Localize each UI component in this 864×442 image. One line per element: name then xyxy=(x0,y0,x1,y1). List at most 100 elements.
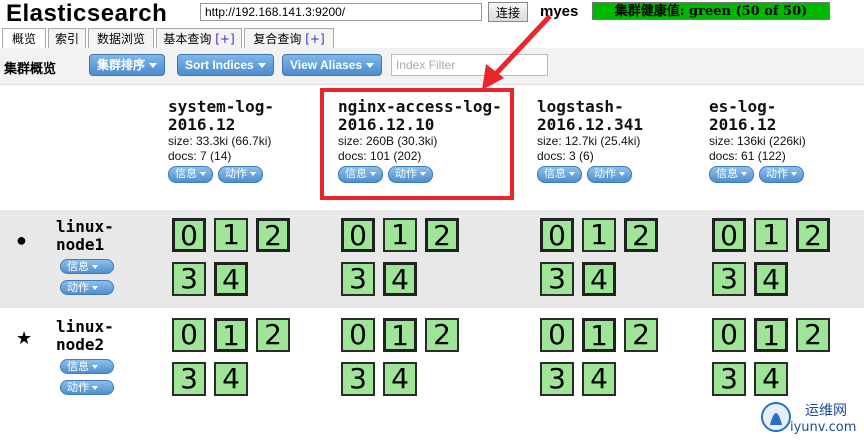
shard-3[interactable]: 3 xyxy=(540,362,574,396)
shard-0[interactable]: 0 xyxy=(712,218,746,252)
index-name: es-log-2016.12 xyxy=(709,98,809,134)
caret-down-icon xyxy=(92,386,98,390)
button-label: 信息 xyxy=(67,360,89,373)
shard-2[interactable]: 2 xyxy=(425,218,459,252)
shard-4[interactable]: 4 xyxy=(754,362,788,396)
index-name-line2: 2016.12 xyxy=(709,115,776,134)
index-info-button[interactable]: 信息 xyxy=(709,166,754,183)
node-name-line2: node1 xyxy=(56,235,104,254)
tab-compound-query[interactable]: 复合查询 [+] xyxy=(244,28,334,48)
node-name-line1: linux- xyxy=(56,217,114,236)
shard-1[interactable]: 1 xyxy=(214,218,248,252)
index-size: size: 12.7ki (25.4ki) xyxy=(537,134,643,149)
shard-4[interactable]: 4 xyxy=(214,362,248,396)
sort-indices-button[interactable]: Sort Indices xyxy=(177,54,274,76)
star-icon: ★ xyxy=(16,328,32,349)
index-docs: docs: 61 (122) xyxy=(709,149,809,164)
tab-overview[interactable]: 概览 xyxy=(2,28,46,49)
caret-down-icon xyxy=(569,172,575,176)
shard-3[interactable]: 3 xyxy=(172,362,206,396)
shard-2[interactable]: 2 xyxy=(256,218,290,252)
cluster-url-input[interactable] xyxy=(200,3,482,21)
watermark-url: iyunv.com xyxy=(790,420,856,435)
node-action-button[interactable]: 动作 xyxy=(60,380,114,395)
app-logo: Elasticsearch xyxy=(6,0,167,28)
shard-3[interactable]: 3 xyxy=(540,262,574,296)
tab-bar: 概览 索引 数据浏览 基本查询 [+] 复合查询 [+] xyxy=(0,26,864,49)
shard-4[interactable]: 4 xyxy=(754,262,788,296)
button-label: 信息 xyxy=(67,260,89,273)
shard-0[interactable]: 0 xyxy=(172,218,206,252)
shard-1[interactable]: 1 xyxy=(383,318,417,352)
shard-4[interactable]: 4 xyxy=(383,362,417,396)
tab-browser[interactable]: 数据浏览 xyxy=(88,28,154,48)
tab-basic-query[interactable]: 基本查询 [+] xyxy=(156,28,242,48)
view-aliases-button[interactable]: View Aliases xyxy=(282,54,382,76)
index-name: logstash-2016.12.341 xyxy=(537,98,643,134)
index-docs: docs: 7 (14) xyxy=(168,149,274,164)
node-info-button[interactable]: 信息 xyxy=(60,259,114,274)
shard-2[interactable]: 2 xyxy=(796,318,830,352)
shard-2[interactable]: 2 xyxy=(624,218,658,252)
tab-label: 复合查询 xyxy=(253,32,301,46)
shard-0[interactable]: 0 xyxy=(172,318,206,352)
highlight-box xyxy=(320,88,514,200)
node-name: linux-node2 xyxy=(56,318,114,354)
shard-1[interactable]: 1 xyxy=(754,218,788,252)
shard-1[interactable]: 1 xyxy=(383,218,417,252)
shard-4[interactable]: 4 xyxy=(214,262,248,296)
cluster-sort-button[interactable]: 集群排序 xyxy=(89,54,165,76)
caret-down-icon xyxy=(741,172,747,176)
button-label: View Aliases xyxy=(290,58,362,72)
tab-label: 索引 xyxy=(55,32,79,46)
button-label: Sort Indices xyxy=(185,58,254,72)
button-label: 动作 xyxy=(594,167,616,180)
button-label: 动作 xyxy=(225,167,247,180)
shard-1[interactable]: 1 xyxy=(214,318,248,352)
button-label: 动作 xyxy=(766,167,788,180)
top-bar: Elasticsearch 连接 myes 集群健康值: green (50 o… xyxy=(0,0,864,28)
shard-2[interactable]: 2 xyxy=(796,218,830,252)
tab-label: 数据浏览 xyxy=(97,32,145,46)
caret-down-icon xyxy=(791,172,797,176)
shard-3[interactable]: 3 xyxy=(712,262,746,296)
tab-indices[interactable]: 索引 xyxy=(48,28,86,48)
shard-2[interactable]: 2 xyxy=(624,318,658,352)
shard-4[interactable]: 4 xyxy=(383,262,417,296)
shard-0[interactable]: 0 xyxy=(712,318,746,352)
index-action-button[interactable]: 动作 xyxy=(218,166,263,183)
shard-3[interactable]: 3 xyxy=(172,262,206,296)
caret-down-icon xyxy=(200,172,206,176)
index-header: es-log-2016.12 size: 136ki (226ki) docs:… xyxy=(709,98,809,184)
button-label: 动作 xyxy=(67,281,89,294)
shard-0[interactable]: 0 xyxy=(341,218,375,252)
shard-1[interactable]: 1 xyxy=(582,218,616,252)
caret-down-icon xyxy=(92,365,98,369)
node-action-button[interactable]: 动作 xyxy=(60,280,114,295)
shard-1[interactable]: 1 xyxy=(582,318,616,352)
index-name-line1: es-log- xyxy=(709,97,776,116)
index-action-button[interactable]: 动作 xyxy=(759,166,804,183)
caret-down-icon xyxy=(250,172,256,176)
master-node-icon: ● xyxy=(16,230,27,251)
node-info-button[interactable]: 信息 xyxy=(60,359,114,374)
index-action-button[interactable]: 动作 xyxy=(587,166,632,183)
shard-3[interactable]: 3 xyxy=(341,362,375,396)
shard-2[interactable]: 2 xyxy=(425,318,459,352)
shard-3[interactable]: 3 xyxy=(712,362,746,396)
index-info-button[interactable]: 信息 xyxy=(537,166,582,183)
shard-4[interactable]: 4 xyxy=(582,362,616,396)
node-buttons: 信息 动作 xyxy=(60,359,119,401)
tab-plus: [+] xyxy=(305,32,324,46)
shard-0[interactable]: 0 xyxy=(540,318,574,352)
shard-4[interactable]: 4 xyxy=(582,262,616,296)
shard-0[interactable]: 0 xyxy=(341,318,375,352)
caret-down-icon xyxy=(258,63,266,68)
shard-0[interactable]: 0 xyxy=(540,218,574,252)
index-size: size: 33.3ki (66.7ki) xyxy=(168,134,274,149)
shard-3[interactable]: 3 xyxy=(341,262,375,296)
index-header: logstash-2016.12.341 size: 12.7ki (25.4k… xyxy=(537,98,643,184)
index-info-button[interactable]: 信息 xyxy=(168,166,213,183)
shard-2[interactable]: 2 xyxy=(256,318,290,352)
shard-1[interactable]: 1 xyxy=(754,318,788,352)
